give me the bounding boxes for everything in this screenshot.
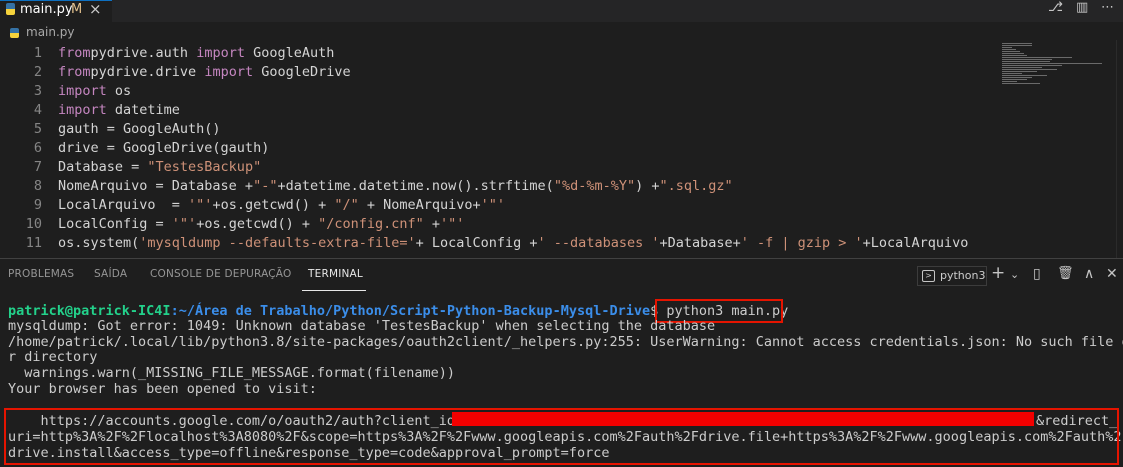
line-number: 9	[33, 197, 42, 213]
active-tab-indicator	[302, 290, 366, 291]
code-token: "%d-%m-%Y"	[553, 178, 636, 194]
code-line[interactable]: frompydrive.auth import GoogleAuth	[58, 44, 998, 63]
editor-scrollbar[interactable]	[1116, 40, 1123, 258]
code-token: from	[58, 45, 91, 61]
code-line[interactable]: NomeArquivo = Database +"-"+datetime.dat…	[58, 177, 998, 196]
code-token: ) +	[635, 178, 660, 194]
terminal-output-line: mysqldump: Got error: 1049: Unknown data…	[8, 318, 716, 334]
tab-close-icon[interactable]: ×	[89, 0, 102, 18]
code-token: pydrive.drive	[90, 64, 205, 80]
code-token: os.system(	[58, 235, 140, 251]
code-line[interactable]: frompydrive.drive import GoogleDrive	[58, 63, 998, 82]
code-token: "/config.cnf"	[318, 216, 424, 232]
tab-modified-indicator: M	[71, 2, 83, 17]
code-token: pydrive.auth	[90, 45, 197, 61]
code-line[interactable]: import datetime	[58, 101, 998, 120]
split-terminal-icon[interactable]: ▯	[1033, 266, 1041, 282]
code-token: +os.getcwd() +	[212, 197, 335, 213]
code-token: from	[58, 64, 91, 80]
url-highlight-box	[4, 408, 1119, 465]
breadcrumb[interactable]: main.py	[26, 25, 75, 39]
new-terminal-icon[interactable]: +	[991, 263, 1005, 283]
kill-terminal-icon[interactable]: 🗑	[1057, 266, 1074, 281]
line-number: 3	[33, 83, 42, 99]
code-token: GoogleAuth	[244, 45, 335, 61]
terminal-icon: >	[922, 270, 935, 282]
terminal-output-line: r directory	[8, 349, 98, 365]
code-token: "TestesBackup"	[147, 159, 262, 175]
minimap[interactable]	[998, 40, 1116, 140]
code-token: 'mysqldump --defaults-extra-file='	[139, 235, 416, 251]
line-number: 2	[33, 64, 42, 80]
code-token: "-"	[253, 178, 278, 194]
code-token: ' --databases '	[537, 235, 660, 251]
code-token: os	[106, 83, 132, 99]
editor-tab-strip	[0, 0, 1123, 22]
code-line[interactable]: Database = "TestesBackup"	[58, 158, 998, 177]
code-token: +Database+	[659, 235, 741, 251]
prompt-user: patrick@patrick-IC4I	[8, 303, 171, 319]
code-token: +LocalArquivo	[862, 235, 969, 251]
code-line[interactable]: LocalArquivo = '"'+os.getcwd() + "/" + N…	[58, 196, 998, 215]
terminal-output-line: Your browser has been opened to visit:	[8, 381, 317, 397]
code-line[interactable]: os.system('mysqldump --defaults-extra-fi…	[58, 234, 998, 253]
code-editor[interactable]: frompydrive.auth import GoogleAuth frompy…	[58, 44, 998, 254]
terminal-output-line: /home/patrick/.local/lib/python3.8/site-…	[8, 334, 1123, 350]
code-token: +	[423, 216, 441, 232]
line-number: 6	[33, 140, 42, 156]
code-token: + LocalConfig +	[415, 235, 538, 251]
tab-problems[interactable]: PROBLEMAS	[8, 268, 74, 280]
line-number: 11	[25, 235, 42, 251]
code-token: '"'	[171, 216, 197, 232]
code-line[interactable]: gauth = GoogleAuth()	[58, 120, 998, 139]
line-number: 5	[33, 121, 42, 137]
code-token: '"'	[480, 197, 506, 213]
terminal-dropdown-icon[interactable]: ⌄	[1010, 268, 1019, 281]
split-editor-icon[interactable]: ▥	[1076, 0, 1088, 15]
line-number: 8	[33, 178, 42, 194]
code-token: import	[58, 102, 107, 118]
code-token: ".sql.gz"	[659, 178, 733, 194]
breadcrumb-python-icon	[10, 28, 19, 39]
line-number: 1	[33, 45, 42, 61]
code-token: GoogleDrive	[253, 64, 351, 80]
code-line[interactable]: LocalConfig = '"'+os.getcwd() + "/config…	[58, 215, 998, 234]
code-token: '"'	[188, 197, 213, 213]
code-token: "/"	[334, 197, 359, 213]
more-actions-icon[interactable]: ⋯	[1101, 0, 1114, 15]
tab-output[interactable]: SAÍDA	[94, 268, 127, 280]
terminal-name[interactable]: python3	[940, 269, 985, 282]
line-number: 10	[25, 216, 42, 232]
code-token: +datetime.datetime.now().strftime(	[277, 178, 554, 194]
code-token: drive = GoogleDrive(gauth)	[58, 140, 270, 156]
code-token: datetime	[106, 102, 180, 118]
prompt-path: :~/Área de Trabalho/Python/Script-Python…	[170, 303, 651, 319]
code-token: import	[58, 83, 107, 99]
code-line[interactable]: import os	[58, 82, 998, 101]
code-line[interactable]: drive = GoogleDrive(gauth)	[58, 139, 998, 158]
code-token: Database =	[58, 159, 148, 175]
code-token: '"'	[440, 216, 465, 232]
source-control-compare-icon[interactable]: ⎇	[1048, 0, 1063, 15]
code-token: LocalConfig =	[58, 216, 172, 232]
code-token: LocalArquivo =	[58, 197, 189, 213]
maximize-panel-icon[interactable]: ∧	[1084, 266, 1094, 282]
code-token: import	[196, 45, 245, 61]
line-number-gutter: 1 2 3 4 5 6 7 8 9 10 11	[0, 44, 42, 253]
tab-terminal[interactable]: TERMINAL	[308, 268, 363, 280]
close-panel-icon[interactable]: ✕	[1106, 266, 1118, 282]
line-number: 4	[33, 102, 42, 118]
tab-title[interactable]: main.py	[20, 2, 73, 17]
code-token: +os.getcwd() +	[196, 216, 319, 232]
tab-debug-console[interactable]: CONSOLE DE DEPURAÇÃO	[150, 268, 291, 280]
code-token: gauth = GoogleAuth()	[58, 121, 221, 137]
python-file-icon	[6, 3, 15, 15]
terminal-output-line: warnings.warn(_MISSING_FILE_MESSAGE.form…	[8, 365, 456, 381]
code-token: NomeArquivo = Database +	[58, 178, 254, 194]
line-number: 7	[33, 159, 42, 175]
code-token: ' -f | gzip > '	[740, 235, 863, 251]
code-token: + NomeArquivo+	[358, 197, 481, 213]
code-token: import	[204, 64, 254, 80]
